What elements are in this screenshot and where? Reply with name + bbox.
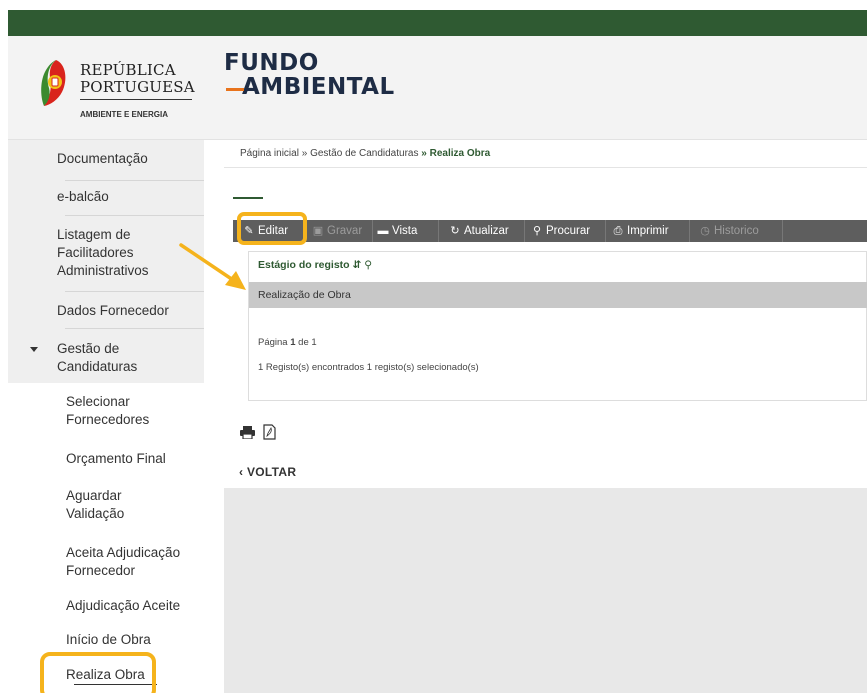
printer-icon: ⎙ — [613, 225, 623, 237]
submenu-item-label: Orçamento Final — [66, 451, 166, 466]
submenu-item-label: Fornecedor — [66, 563, 136, 578]
ministry-subtitle: AMBIENTE E ENERGIA — [80, 110, 169, 119]
sidebar-item-label: Gestão de — [57, 341, 120, 356]
government-name-underline — [80, 99, 192, 100]
republica-portuguesa-emblem-icon — [41, 60, 66, 106]
sidebar-item-label: Dados Fornecedor — [57, 303, 169, 318]
toolbar-separator — [689, 220, 690, 242]
history-icon: ◷ — [700, 225, 710, 237]
column-header-label: Estágio do registo — [258, 259, 350, 271]
sidebar-item-label: Facilitadores — [57, 245, 134, 260]
submenu-item-label: Selecionar — [66, 394, 130, 409]
government-name-line1: REPÚBLICA — [80, 61, 176, 79]
submenu-item-orcamento-final[interactable]: Orçamento Final — [0, 450, 196, 470]
sidebar-item-label: Listagem de — [57, 227, 131, 242]
view-button-label: Vista — [392, 225, 418, 237]
breadcrumb: Página inicial » Gestão de Candidaturas … — [240, 148, 490, 159]
search-icon: ⚲ — [532, 225, 542, 237]
sort-icon[interactable]: ⇵ — [353, 259, 362, 271]
submenu-item-label: Fornecedores — [66, 412, 150, 427]
submenu-item-label: Aceita Adjudicação — [66, 545, 181, 560]
breadcrumb-separator: » — [421, 148, 427, 159]
submenu-item-aguardar-validacao[interactable]: Aguardar Validação — [0, 487, 196, 525]
highlight-box-realiza-obra — [40, 652, 156, 693]
table-cell: Realização de Obra — [258, 289, 351, 301]
top-bar — [8, 10, 867, 36]
breadcrumb-separator: » — [301, 148, 308, 159]
highlight-box-edit — [237, 212, 307, 245]
breadcrumb-home-link[interactable]: Página inicial — [240, 148, 299, 159]
view-button[interactable]: ▬ Vista — [377, 220, 418, 242]
submenu-item-label: Início de Obra — [66, 632, 151, 647]
submenu-item-inicio-obra[interactable]: Início de Obra — [0, 631, 196, 651]
sidebar-divider — [65, 328, 204, 329]
pdf-icon[interactable] — [263, 424, 276, 440]
submenu-item-label: Validação — [66, 506, 125, 521]
breadcrumb-current: Realiza Obra — [429, 148, 491, 159]
pagination-total: de 1 — [298, 337, 317, 348]
search-button-label: Procurar — [546, 225, 591, 237]
sidebar-divider — [65, 180, 204, 181]
pagination-label: Página — [258, 337, 288, 348]
breadcrumb-section-link[interactable]: Gestão de Candidaturas — [310, 148, 418, 159]
government-name: REPÚBLICA PORTUGUESA — [80, 61, 195, 100]
search-button[interactable]: ⚲ Procurar — [531, 220, 590, 242]
government-name-line2: PORTUGUESA — [80, 78, 195, 96]
fundo-ambiental-logo[interactable]: FUNDO AMBIENTAL — [224, 51, 395, 99]
back-button-label: VOLTAR — [246, 465, 297, 479]
fund-logo-dash — [226, 88, 244, 91]
refresh-button[interactable]: ↻ Atualizar — [449, 220, 509, 242]
toolbar-separator — [438, 220, 439, 242]
print-button[interactable]: ⎙ Imprimir — [612, 220, 669, 242]
sidebar-item-label: Candidaturas — [57, 359, 138, 374]
submenu-item-adjudicacao-aceite[interactable]: Adjudicação Aceite — [0, 597, 196, 617]
sidebar-divider — [65, 215, 204, 216]
records-count: 1 Registo(s) encontrados 1 registo(s) se… — [258, 362, 479, 373]
sidebar-item-label: Administrativos — [57, 263, 149, 278]
sidebar-item-label: Documentação — [57, 151, 148, 166]
back-button[interactable]: ‹ VOLTAR — [239, 465, 296, 479]
chevron-left-icon: ‹ — [239, 465, 244, 479]
save-button-label: Gravar — [327, 225, 363, 237]
floppy-disk-icon: ▣ — [312, 225, 324, 237]
pagination-info: Página 1 de 1 — [258, 337, 317, 348]
toolbar-separator — [524, 220, 525, 242]
history-button[interactable]: ◷ Historico — [699, 220, 759, 242]
page-title-underline — [233, 197, 263, 199]
fund-logo-line2: AMBIENTAL — [242, 74, 395, 100]
sidebar-divider — [65, 291, 204, 292]
printer-icon[interactable] — [240, 426, 255, 439]
search-icon[interactable]: ⚲ — [364, 259, 372, 271]
submenu-item-aceita-adjudicacao[interactable]: Aceita Adjudicação Fornecedor — [0, 544, 196, 582]
records-panel — [248, 251, 867, 401]
column-header-estagio[interactable]: Estágio do registo ⇵ ⚲ — [258, 259, 372, 271]
toolbar-separator — [782, 220, 783, 242]
save-button[interactable]: ▣ Gravar — [312, 220, 362, 242]
refresh-icon: ↻ — [450, 225, 460, 237]
print-button-label: Imprimir — [627, 225, 669, 237]
window-icon: ▬ — [377, 225, 389, 237]
submenu-item-label: Aguardar — [66, 488, 122, 503]
submenu-item-label: Adjudicação Aceite — [66, 598, 181, 613]
sidebar-item-e-balcao[interactable]: e-balcão — [0, 188, 196, 208]
sidebar-item-listagem-facilitadores[interactable]: Listagem de Facilitadores Administrativo… — [0, 226, 196, 284]
sidebar-item-label: e-balcão — [57, 189, 109, 204]
breadcrumb-divider — [224, 167, 867, 168]
history-button-label: Historico — [714, 225, 759, 237]
toolbar-separator — [605, 220, 606, 242]
toolbar-separator — [372, 220, 373, 242]
submenu-item-selecionar-fornecedores[interactable]: Selecionar Fornecedores — [0, 393, 196, 431]
sidebar-item-gestao-candidaturas[interactable]: Gestão de Candidaturas — [0, 340, 196, 378]
refresh-button-label: Atualizar — [464, 225, 509, 237]
sidebar-item-dados-fornecedor[interactable]: Dados Fornecedor — [0, 302, 196, 322]
fund-logo-line1: FUNDO — [224, 50, 319, 76]
sidebar-item-documentacao[interactable]: Documentação — [0, 150, 196, 170]
pagination-current: 1 — [290, 337, 296, 348]
